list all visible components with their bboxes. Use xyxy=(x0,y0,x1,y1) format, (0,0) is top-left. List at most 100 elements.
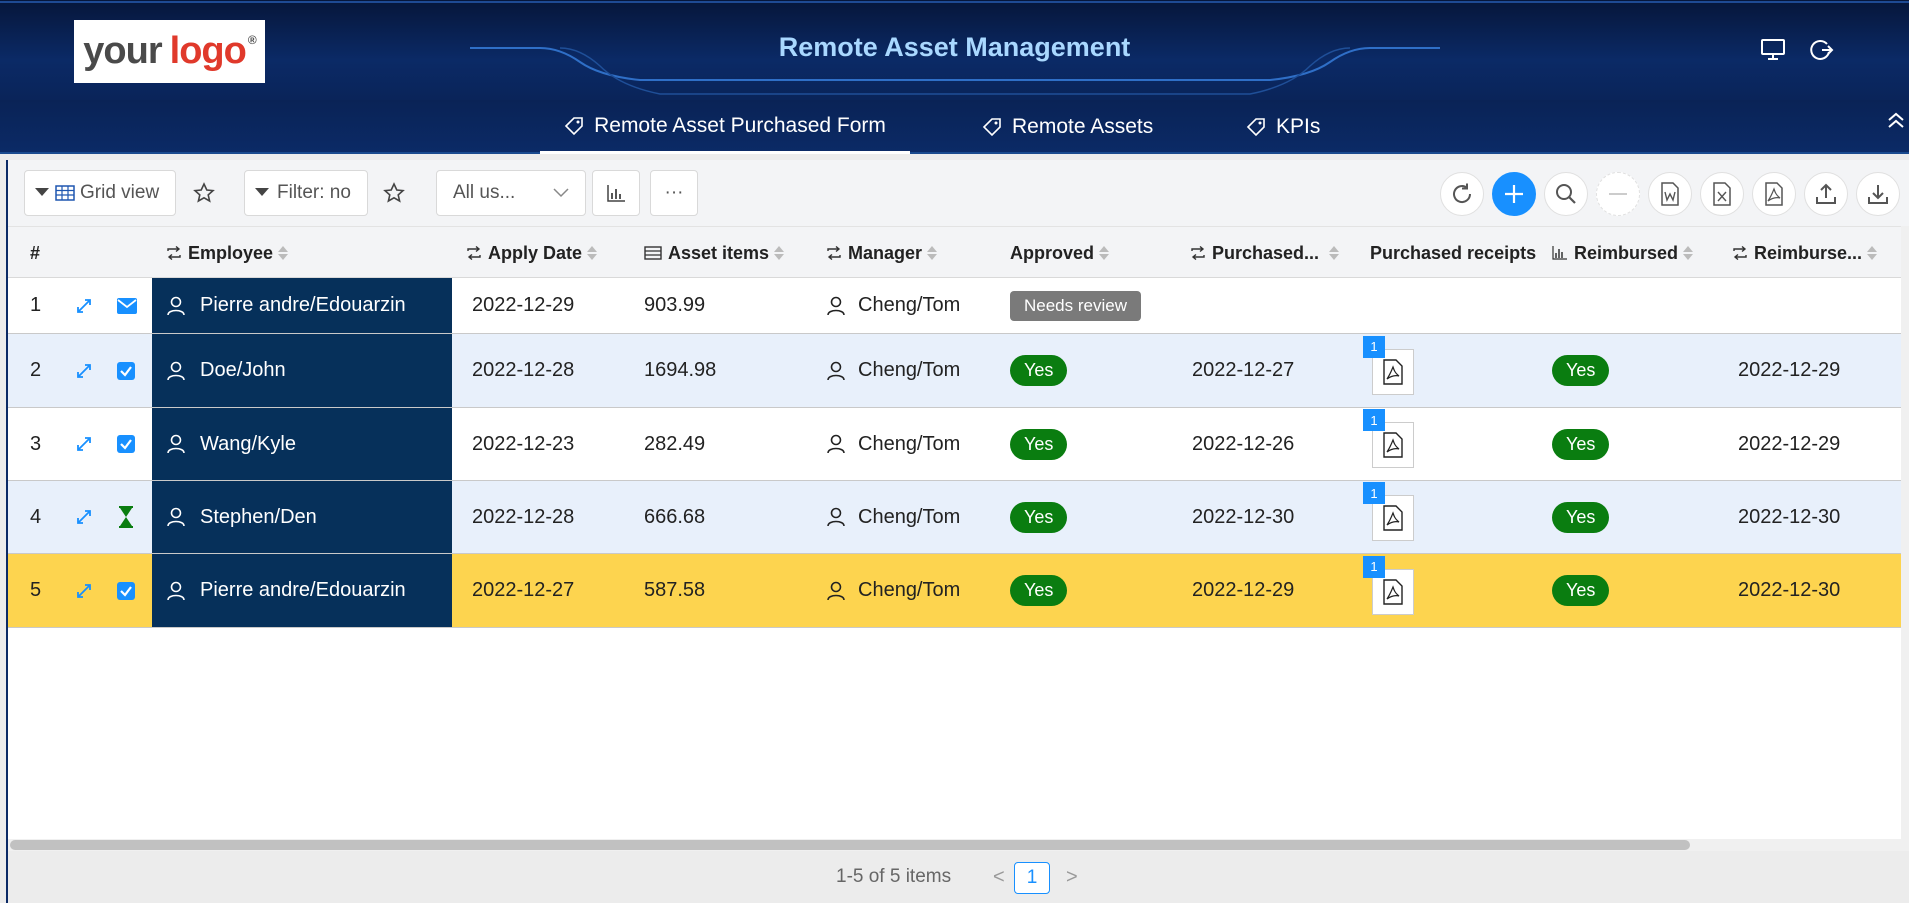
double-chevron-up-icon[interactable] xyxy=(1883,110,1909,132)
table-row[interactable]: 1 Pierre andre/Edouarzin 2022-12-29 903.… xyxy=(8,278,1909,334)
export-excel-button[interactable] xyxy=(1700,172,1744,216)
vertical-scrollbar[interactable] xyxy=(1901,226,1909,839)
pdf-export-icon xyxy=(1765,182,1783,206)
filter-button[interactable]: Filter: no xyxy=(244,170,368,216)
expand-row-button[interactable] xyxy=(74,554,94,627)
excel-export-icon xyxy=(1713,182,1731,206)
table-row[interactable]: 4 Stephen/Den 2022-12-28 666.68 Cheng/To… xyxy=(8,481,1909,554)
page-1-button[interactable]: 1 xyxy=(1014,862,1050,894)
row-status[interactable] xyxy=(116,554,136,627)
employee-cell[interactable]: Stephen/Den xyxy=(152,481,452,553)
pdf-file-icon xyxy=(1383,432,1403,458)
sort-icon[interactable] xyxy=(1683,244,1694,262)
export-pdf-button[interactable] xyxy=(1752,172,1796,216)
monitor-icon[interactable] xyxy=(1760,38,1786,62)
attachment-count-badge: 1 xyxy=(1363,482,1385,504)
col-header-purchased-receipts[interactable]: Purchased receipts xyxy=(1370,227,1536,279)
tab-label: Remote Assets xyxy=(1012,115,1154,138)
col-header-reimbursed-date[interactable]: Reimburse... xyxy=(1732,227,1878,279)
bar-chart-icon xyxy=(607,185,625,202)
col-header-num: # xyxy=(30,242,41,263)
employee-cell[interactable]: Doe/John xyxy=(152,334,452,407)
pagination-bar: 1-5 of 5 items < 1 > xyxy=(8,851,1909,903)
users-select[interactable]: All us... xyxy=(436,170,586,216)
table-row-selected[interactable]: 5 Pierre andre/Edouarzin 2022-12-27 587.… xyxy=(8,554,1909,628)
receipt-pdf-attachment[interactable]: 1 xyxy=(1363,555,1414,615)
add-button[interactable] xyxy=(1492,172,1536,216)
purchased-date: 2022-12-30 xyxy=(1192,505,1295,528)
user-icon xyxy=(827,361,845,380)
manager-cell[interactable]: Cheng/Tom xyxy=(826,554,960,627)
tab-remote-assets[interactable]: Remote Assets xyxy=(982,100,1153,154)
table-row[interactable]: 2 Doe/John 2022-12-28 1694.98 Cheng/Tom … xyxy=(8,334,1909,408)
upload-icon xyxy=(1816,183,1836,204)
refresh-button[interactable] xyxy=(1440,172,1484,216)
manager-cell[interactable]: Cheng/Tom xyxy=(826,278,960,333)
expand-row-button[interactable] xyxy=(74,278,94,333)
envelope-icon xyxy=(117,297,137,314)
remove-button[interactable] xyxy=(1596,172,1640,216)
link-field-icon xyxy=(167,246,181,260)
sort-icon[interactable] xyxy=(774,244,785,262)
col-header-asset-items[interactable]: Asset items xyxy=(644,227,785,279)
col-header-approved[interactable]: Approved xyxy=(1010,227,1110,279)
manager-cell[interactable]: Cheng/Tom xyxy=(826,481,960,553)
row-status[interactable] xyxy=(116,278,138,333)
prev-page-button[interactable]: < xyxy=(993,851,1005,903)
sort-icon[interactable] xyxy=(587,244,598,262)
horizontal-scrollbar-thumb[interactable] xyxy=(10,840,1690,850)
status-badge: Yes xyxy=(1010,428,1068,460)
expand-row-button[interactable] xyxy=(74,334,94,407)
favorite-view-button[interactable] xyxy=(182,170,226,216)
search-button[interactable] xyxy=(1544,172,1588,216)
row-status[interactable] xyxy=(116,334,136,407)
sort-icon[interactable] xyxy=(1099,244,1110,262)
favorite-filter-button[interactable] xyxy=(372,170,416,216)
col-header-reimbursed[interactable]: Reimbursed xyxy=(1552,227,1694,279)
col-header-manager[interactable]: Manager xyxy=(826,227,938,279)
word-export-icon xyxy=(1661,182,1679,206)
chart-button[interactable] xyxy=(592,170,640,216)
download-button[interactable] xyxy=(1856,172,1900,216)
next-page-button[interactable]: > xyxy=(1066,851,1078,903)
row-status[interactable] xyxy=(116,408,136,480)
grid-view-button[interactable]: Grid view xyxy=(24,170,176,216)
col-header-apply-date[interactable]: Apply Date xyxy=(466,227,598,279)
approved-cell: Yes xyxy=(1010,481,1068,553)
expand-row-button[interactable] xyxy=(74,481,94,553)
sort-icon[interactable] xyxy=(1329,244,1340,262)
horizontal-scrollbar[interactable] xyxy=(8,839,1909,851)
receipt-pdf-attachment[interactable]: 1 xyxy=(1363,335,1414,395)
main-content: Grid view Filter: no All us... ··· # Emp… xyxy=(6,160,1909,903)
sort-icon[interactable] xyxy=(278,244,289,262)
tab-remote-asset-purchased-form[interactable]: Remote Asset Purchased Form xyxy=(540,100,910,154)
purchased-date: 2022-12-27 xyxy=(1192,359,1295,381)
employee-cell[interactable]: Pierre andre/Edouarzin xyxy=(152,554,452,627)
star-icon xyxy=(383,182,405,203)
table-row[interactable]: 3 Wang/Kyle 2022-12-23 282.49 Cheng/Tom … xyxy=(8,408,1909,481)
sort-icon[interactable] xyxy=(927,244,938,262)
reimbursed-date: 2022-12-30 xyxy=(1738,505,1841,528)
manager-cell[interactable]: Cheng/Tom xyxy=(826,408,960,480)
refresh-icon xyxy=(1453,183,1472,203)
employee-cell[interactable]: Pierre andre/Edouarzin xyxy=(152,278,452,333)
refresh-logout-icon[interactable] xyxy=(1808,38,1834,62)
upload-button[interactable] xyxy=(1804,172,1848,216)
expand-row-button[interactable] xyxy=(74,408,94,480)
receipt-pdf-attachment[interactable]: 1 xyxy=(1363,482,1414,541)
col-header-purchased[interactable]: Purchased... xyxy=(1190,227,1340,279)
reimbursed-cell: Yes xyxy=(1552,408,1610,480)
more-button[interactable]: ··· xyxy=(650,170,698,216)
add-icon xyxy=(1505,185,1523,203)
employee-cell[interactable]: Wang/Kyle xyxy=(152,408,452,480)
tab-kpis[interactable]: KPIs xyxy=(1246,100,1320,154)
row-status[interactable] xyxy=(116,481,136,553)
sort-icon[interactable] xyxy=(1867,244,1878,262)
col-header-employee[interactable]: Employee xyxy=(166,227,289,279)
receipt-pdf-attachment[interactable]: 1 xyxy=(1363,409,1414,468)
apply-date: 2022-12-27 xyxy=(472,579,575,601)
checkbox-checked-icon xyxy=(117,435,135,453)
export-word-button[interactable] xyxy=(1648,172,1692,216)
manager-cell[interactable]: Cheng/Tom xyxy=(826,334,960,407)
asset-items-value: 666.68 xyxy=(644,505,706,528)
